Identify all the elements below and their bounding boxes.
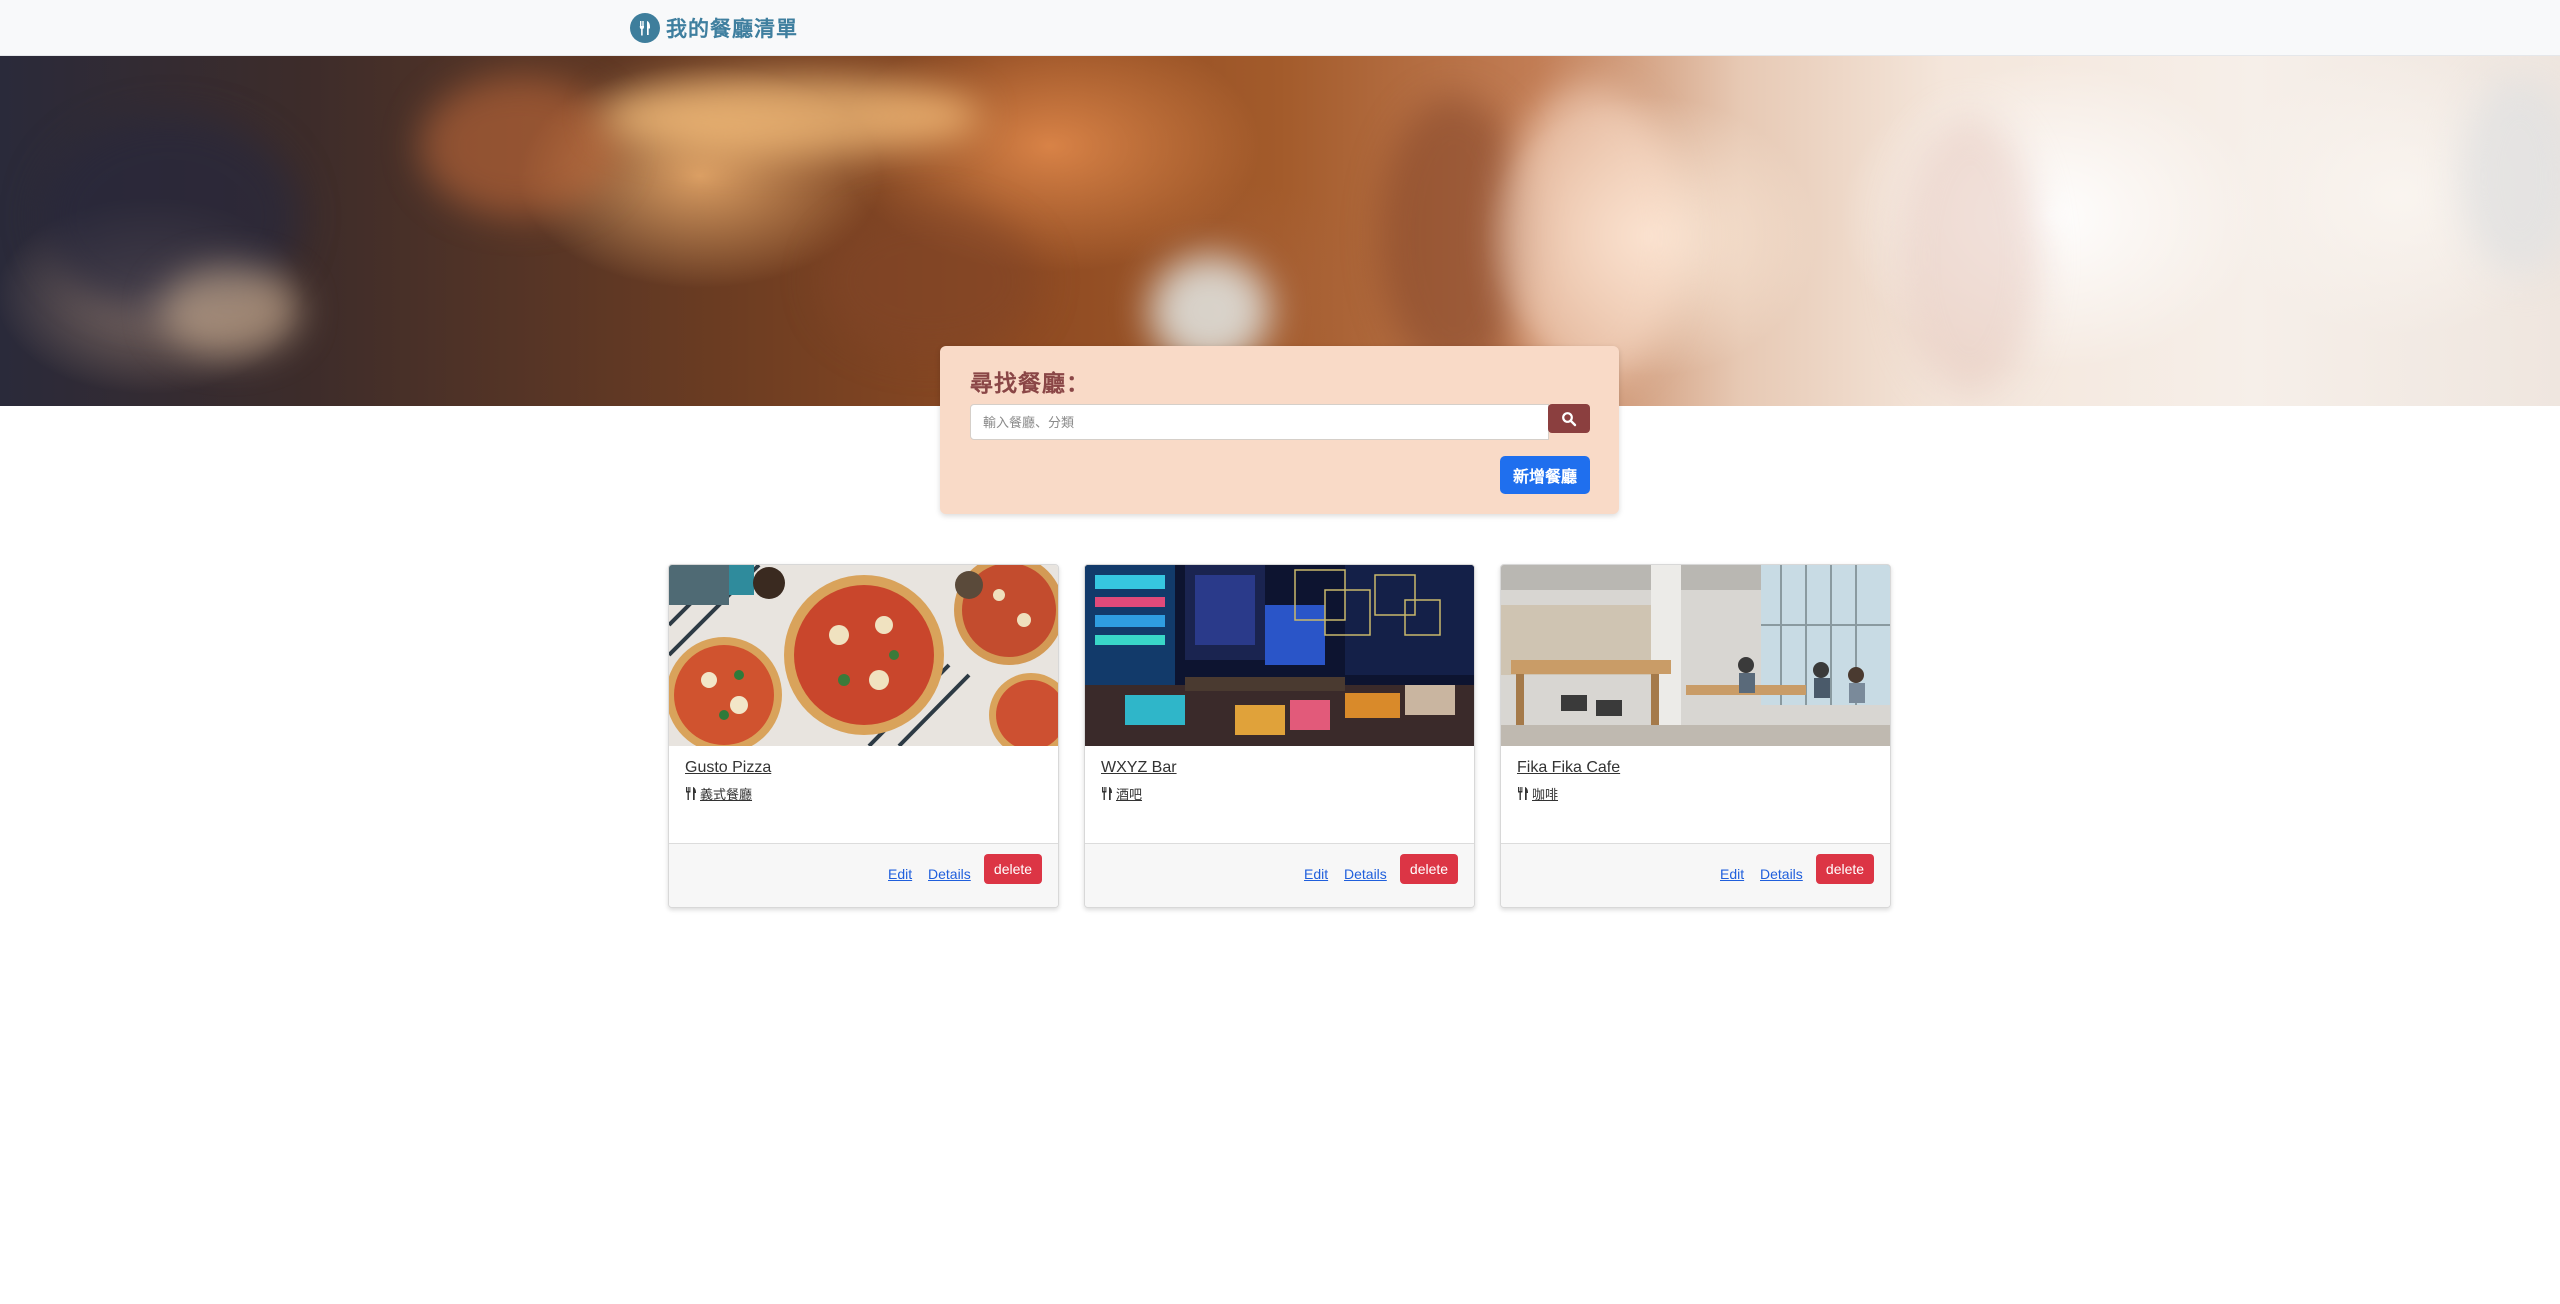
restaurant-card: Fika Fika Cafe 咖啡 Edit Details delete xyxy=(1500,564,1891,908)
edit-link[interactable]: Edit xyxy=(1304,866,1328,882)
utensils-icon xyxy=(1517,787,1529,800)
card-footer: Edit Details delete xyxy=(1085,843,1474,907)
delete-button[interactable]: delete xyxy=(1400,854,1458,884)
restaurant-category: 義式餐廳 xyxy=(685,784,752,803)
category-label[interactable]: 咖啡 xyxy=(1532,784,1558,803)
restaurant-card: WXYZ Bar 酒吧 Edit Details delete xyxy=(1084,564,1475,908)
search-input[interactable] xyxy=(970,404,1549,440)
delete-button[interactable]: delete xyxy=(984,854,1042,884)
restaurant-card: Gusto Pizza 義式餐廳 Edit Details delete xyxy=(668,564,1059,908)
card-footer: Edit Details delete xyxy=(1501,843,1890,907)
restaurant-category: 酒吧 xyxy=(1101,784,1142,803)
add-restaurant-button[interactable]: 新增餐廳 xyxy=(1500,456,1590,494)
search-icon xyxy=(1561,411,1577,427)
card-footer: Edit Details delete xyxy=(669,843,1058,907)
utensils-icon xyxy=(685,787,697,800)
category-label[interactable]: 酒吧 xyxy=(1116,784,1142,803)
utensils-icon xyxy=(1101,787,1113,800)
brand-title: 我的餐廳清單 xyxy=(666,18,798,41)
restaurant-name[interactable]: Fika Fika Cafe xyxy=(1517,759,1620,777)
restaurant-image[interactable] xyxy=(1501,565,1890,746)
search-title: 尋找餐廳： xyxy=(970,370,1090,396)
details-link[interactable]: Details xyxy=(1760,866,1803,882)
restaurant-image[interactable] xyxy=(1085,565,1474,746)
restaurant-category: 咖啡 xyxy=(1517,784,1558,803)
details-link[interactable]: Details xyxy=(1344,866,1387,882)
details-link[interactable]: Details xyxy=(928,866,971,882)
fork-knife-icon xyxy=(630,13,660,43)
edit-link[interactable]: Edit xyxy=(1720,866,1744,882)
brand-link[interactable]: 我的餐廳清單 xyxy=(630,12,798,44)
search-panel: 尋找餐廳： 新增餐廳 xyxy=(940,346,1619,514)
category-label[interactable]: 義式餐廳 xyxy=(700,784,752,803)
search-button[interactable] xyxy=(1548,404,1590,433)
edit-link[interactable]: Edit xyxy=(888,866,912,882)
restaurant-image[interactable] xyxy=(669,565,1058,746)
navbar: 我的餐廳清單 xyxy=(0,0,2560,56)
restaurant-name[interactable]: Gusto Pizza xyxy=(685,759,771,777)
restaurant-name[interactable]: WXYZ Bar xyxy=(1101,759,1177,777)
delete-button[interactable]: delete xyxy=(1816,854,1874,884)
